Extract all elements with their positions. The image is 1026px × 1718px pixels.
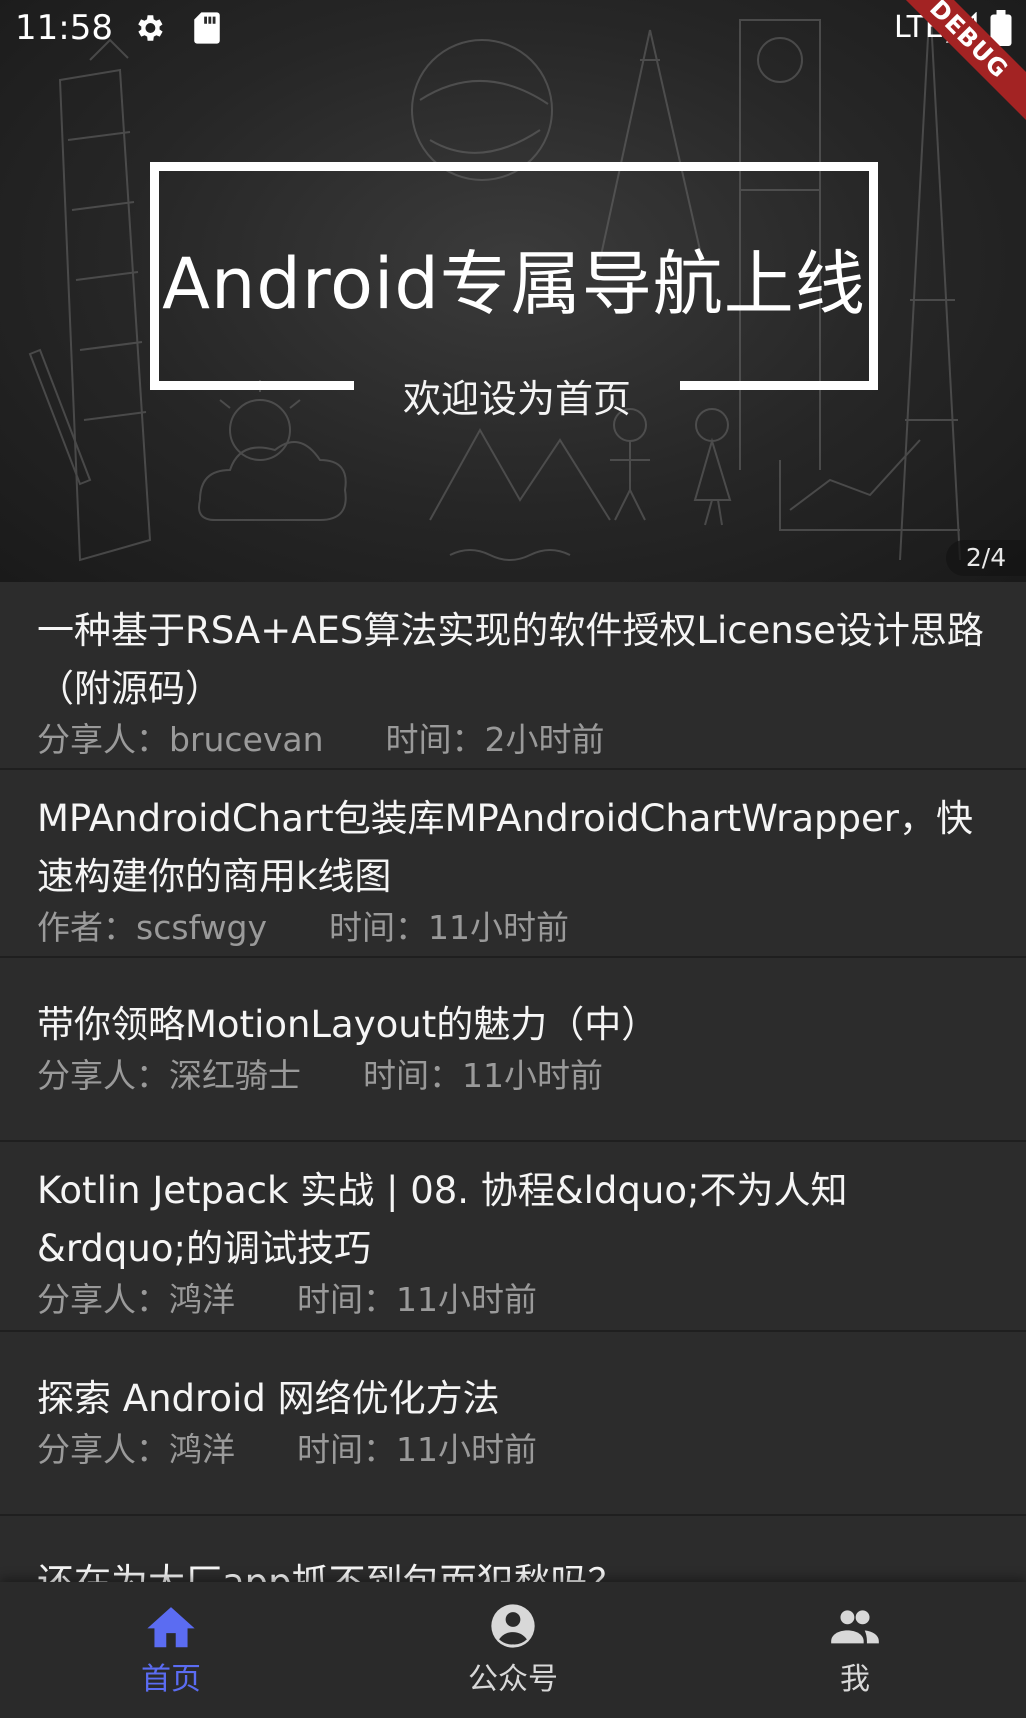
sd-card-icon bbox=[194, 12, 220, 44]
article-title: 还在为大厂app抓不到包而犯愁吗？ bbox=[37, 1554, 996, 1582]
banner-frame-line-left bbox=[150, 381, 354, 390]
article-item[interactable]: 探索 Android 网络优化方法 分享人：鸿洋 时间：11小时前 bbox=[0, 1332, 1026, 1516]
article-author: 分享人：深红骑士 bbox=[37, 1056, 301, 1095]
people-icon bbox=[831, 1610, 879, 1644]
banner-subtitle: 欢迎设为首页 bbox=[402, 377, 631, 421]
article-title: 带你领略MotionLayout的魅力（中） bbox=[37, 1003, 659, 1046]
nav-item-home[interactable]: 首页 bbox=[0, 1582, 342, 1718]
bottom-navigation: 首页 公众号 我 bbox=[0, 1582, 1026, 1718]
article-author: 分享人：鸿洋 bbox=[37, 1430, 235, 1469]
status-bar: 11:58 LTE bbox=[0, 0, 1026, 56]
banner-page-indicator: 2/4 bbox=[946, 540, 1026, 576]
article-title: 一种基于RSA+AES算法实现的软件授权License设计思路（附源码） bbox=[37, 609, 984, 710]
article-time: 时间：11小时前 bbox=[363, 1056, 603, 1095]
article-item[interactable]: MPAndroidChart包装库MPAndroidChartWrapper，快… bbox=[0, 770, 1026, 958]
banner-carousel[interactable]: Android专属导航上线 欢迎设为首页 2/4 bbox=[0, 0, 1026, 582]
home-icon bbox=[147, 1607, 195, 1648]
nav-item-official-accounts[interactable]: 公众号 bbox=[342, 1582, 684, 1718]
nav-label-home: 首页 bbox=[141, 1662, 201, 1697]
article-title: 探索 Android 网络优化方法 bbox=[37, 1377, 500, 1420]
article-time: 时间：11小时前 bbox=[297, 1280, 537, 1319]
article-time: 时间：11小时前 bbox=[297, 1430, 537, 1469]
article-item[interactable]: 一种基于RSA+AES算法实现的软件授权License设计思路（附源码） 分享人… bbox=[0, 582, 1026, 770]
article-time: 时间：2小时前 bbox=[385, 720, 605, 759]
account-circle-icon bbox=[491, 1604, 535, 1648]
article-list[interactable]: 一种基于RSA+AES算法实现的软件授权License设计思路（附源码） 分享人… bbox=[0, 582, 1026, 1582]
article-item[interactable]: Kotlin Jetpack 实战 | 08. 协程&ldquo;不为人知&rd… bbox=[0, 1142, 1026, 1332]
article-time: 时间：11小时前 bbox=[329, 908, 570, 947]
nav-label-me: 我 bbox=[840, 1662, 870, 1697]
nav-label-official-accounts: 公众号 bbox=[468, 1662, 558, 1697]
article-title: Kotlin Jetpack 实战 | 08. 协程&ldquo;不为人知&rd… bbox=[37, 1169, 848, 1270]
article-author: 作者：scsfwgy bbox=[37, 908, 268, 947]
banner-frame-line-right bbox=[680, 381, 878, 390]
article-meta: 分享人：鸿洋 时间：11小时前 bbox=[37, 1428, 996, 1472]
article-author: 分享人：brucevan bbox=[37, 720, 324, 759]
article-item[interactable]: 还在为大厂app抓不到包而犯愁吗？ bbox=[0, 1516, 1026, 1582]
nav-item-me[interactable]: 我 bbox=[684, 1582, 1026, 1718]
screen: Android专属导航上线 欢迎设为首页 2/4 11:58 LTE DEBUG… bbox=[0, 0, 1026, 1718]
article-meta: 作者：scsfwgy 时间：11小时前 bbox=[37, 906, 996, 950]
article-meta: 分享人：brucevan 时间：2小时前 bbox=[37, 718, 996, 762]
article-title: MPAndroidChart包装库MPAndroidChartWrapper，快… bbox=[37, 797, 973, 898]
status-time: 11:58 bbox=[15, 8, 113, 48]
article-item[interactable]: 带你领略MotionLayout的魅力（中） 分享人：深红骑士 时间：11小时前 bbox=[0, 958, 1026, 1142]
gear-icon bbox=[138, 15, 163, 41]
article-meta: 分享人：深红骑士 时间：11小时前 bbox=[37, 1054, 996, 1098]
article-meta: 分享人：鸿洋 时间：11小时前 bbox=[37, 1278, 996, 1322]
article-author: 分享人：鸿洋 bbox=[37, 1280, 235, 1319]
banner-title: Android专属导航上线 bbox=[162, 243, 866, 325]
